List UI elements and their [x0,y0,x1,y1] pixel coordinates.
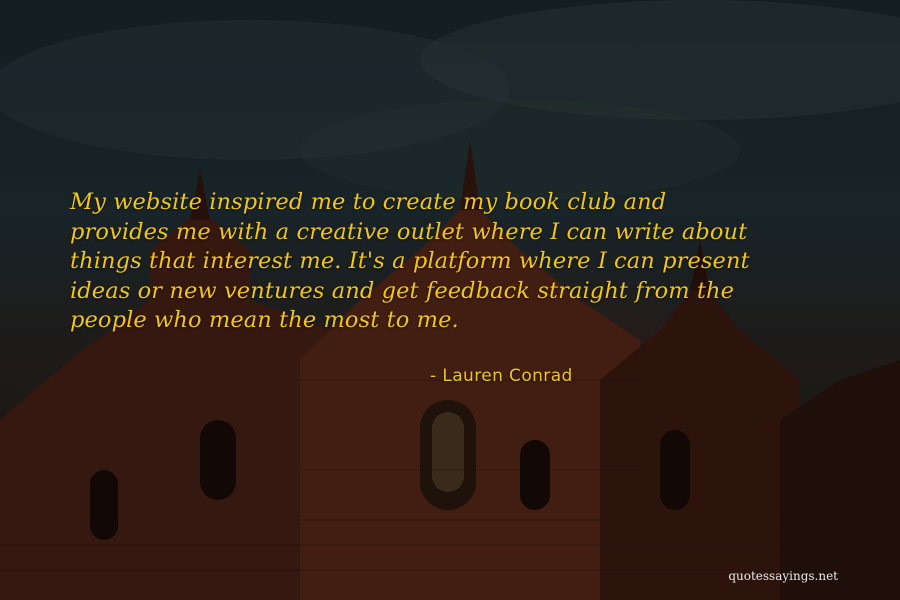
quote-line: people who mean the most to me. [70,307,459,333]
quote-card: My website inspired me to create my book… [0,0,900,600]
quote-line: ideas or new ventures and get feedback s… [70,277,735,304]
quote-line: things that interest me. It's a platform… [70,248,750,274]
quote-line: My website inspired me to create my book… [70,189,667,215]
quote-author: - Lauren Conrad [430,366,573,386]
quote-line: provides me with a creative outlet where… [70,218,748,245]
site-watermark: quotessayings.net [728,569,838,583]
quote-text: My website inspired me to create my book… [70,188,860,336]
